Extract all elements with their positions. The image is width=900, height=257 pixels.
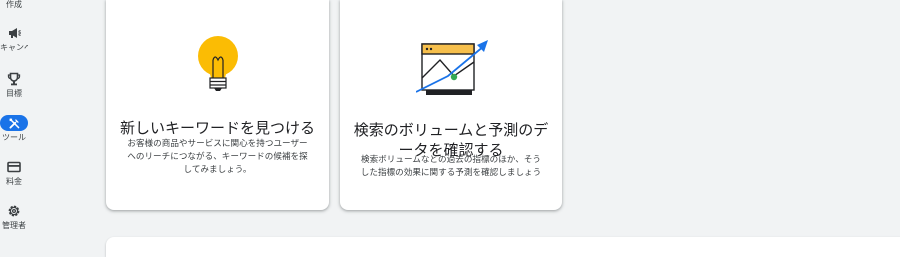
card-find-keywords[interactable]: 新しいキーワードを見つける お客様の商品やサービスに関心を持つユーザー へのリー… — [106, 0, 329, 210]
card-forecast-data[interactable]: 検索のボリュームと予測のデ ータを確認する 検索ボリュームなどの過去の指標のほか… — [340, 0, 562, 210]
billing-card-icon — [7, 161, 21, 173]
card-description: お客様の商品やサービスに関心を持つユーザー へのリーチにつながる、キーワードの候… — [127, 139, 308, 175]
card-title: 新しいキーワードを見つける — [119, 119, 315, 137]
megaphone-icon — [9, 28, 21, 38]
nav-label-goals: 目標 — [6, 89, 22, 98]
active-indicator — [0, 115, 28, 131]
nav-item-admin[interactable]: 管理者 — [0, 203, 28, 231]
sidebar-nav: 作成 キャンペーン 目標 ツール — [0, 0, 28, 250]
nav-label-admin: 管理者 — [2, 221, 26, 230]
nav-item-billing[interactable]: 料金 — [0, 159, 28, 187]
nav-item-create[interactable]: 作成 — [0, 0, 28, 10]
nav-label-tools: ツール — [2, 133, 26, 142]
nav-label-billing: 料金 — [6, 177, 22, 186]
next-section-panel — [106, 237, 900, 257]
lightbulb-icon — [198, 36, 238, 91]
nav-item-campaigns[interactable]: キャンペーン — [0, 25, 28, 53]
nav-item-goals[interactable]: 目標 — [0, 71, 28, 99]
gear-icon — [8, 205, 20, 217]
nav-label-create: 作成 — [6, 0, 22, 9]
nav-item-tools[interactable]: ツール — [0, 115, 28, 143]
card-description: 検索ボリュームなどの過去の指標のほか、そう した指標の効果に関する予測を確認しま… — [360, 155, 542, 178]
trophy-icon — [7, 72, 21, 86]
tools-icon — [9, 118, 19, 128]
trend-chart-icon — [416, 40, 488, 95]
nav-label-campaigns: キャンペーン — [0, 43, 28, 52]
